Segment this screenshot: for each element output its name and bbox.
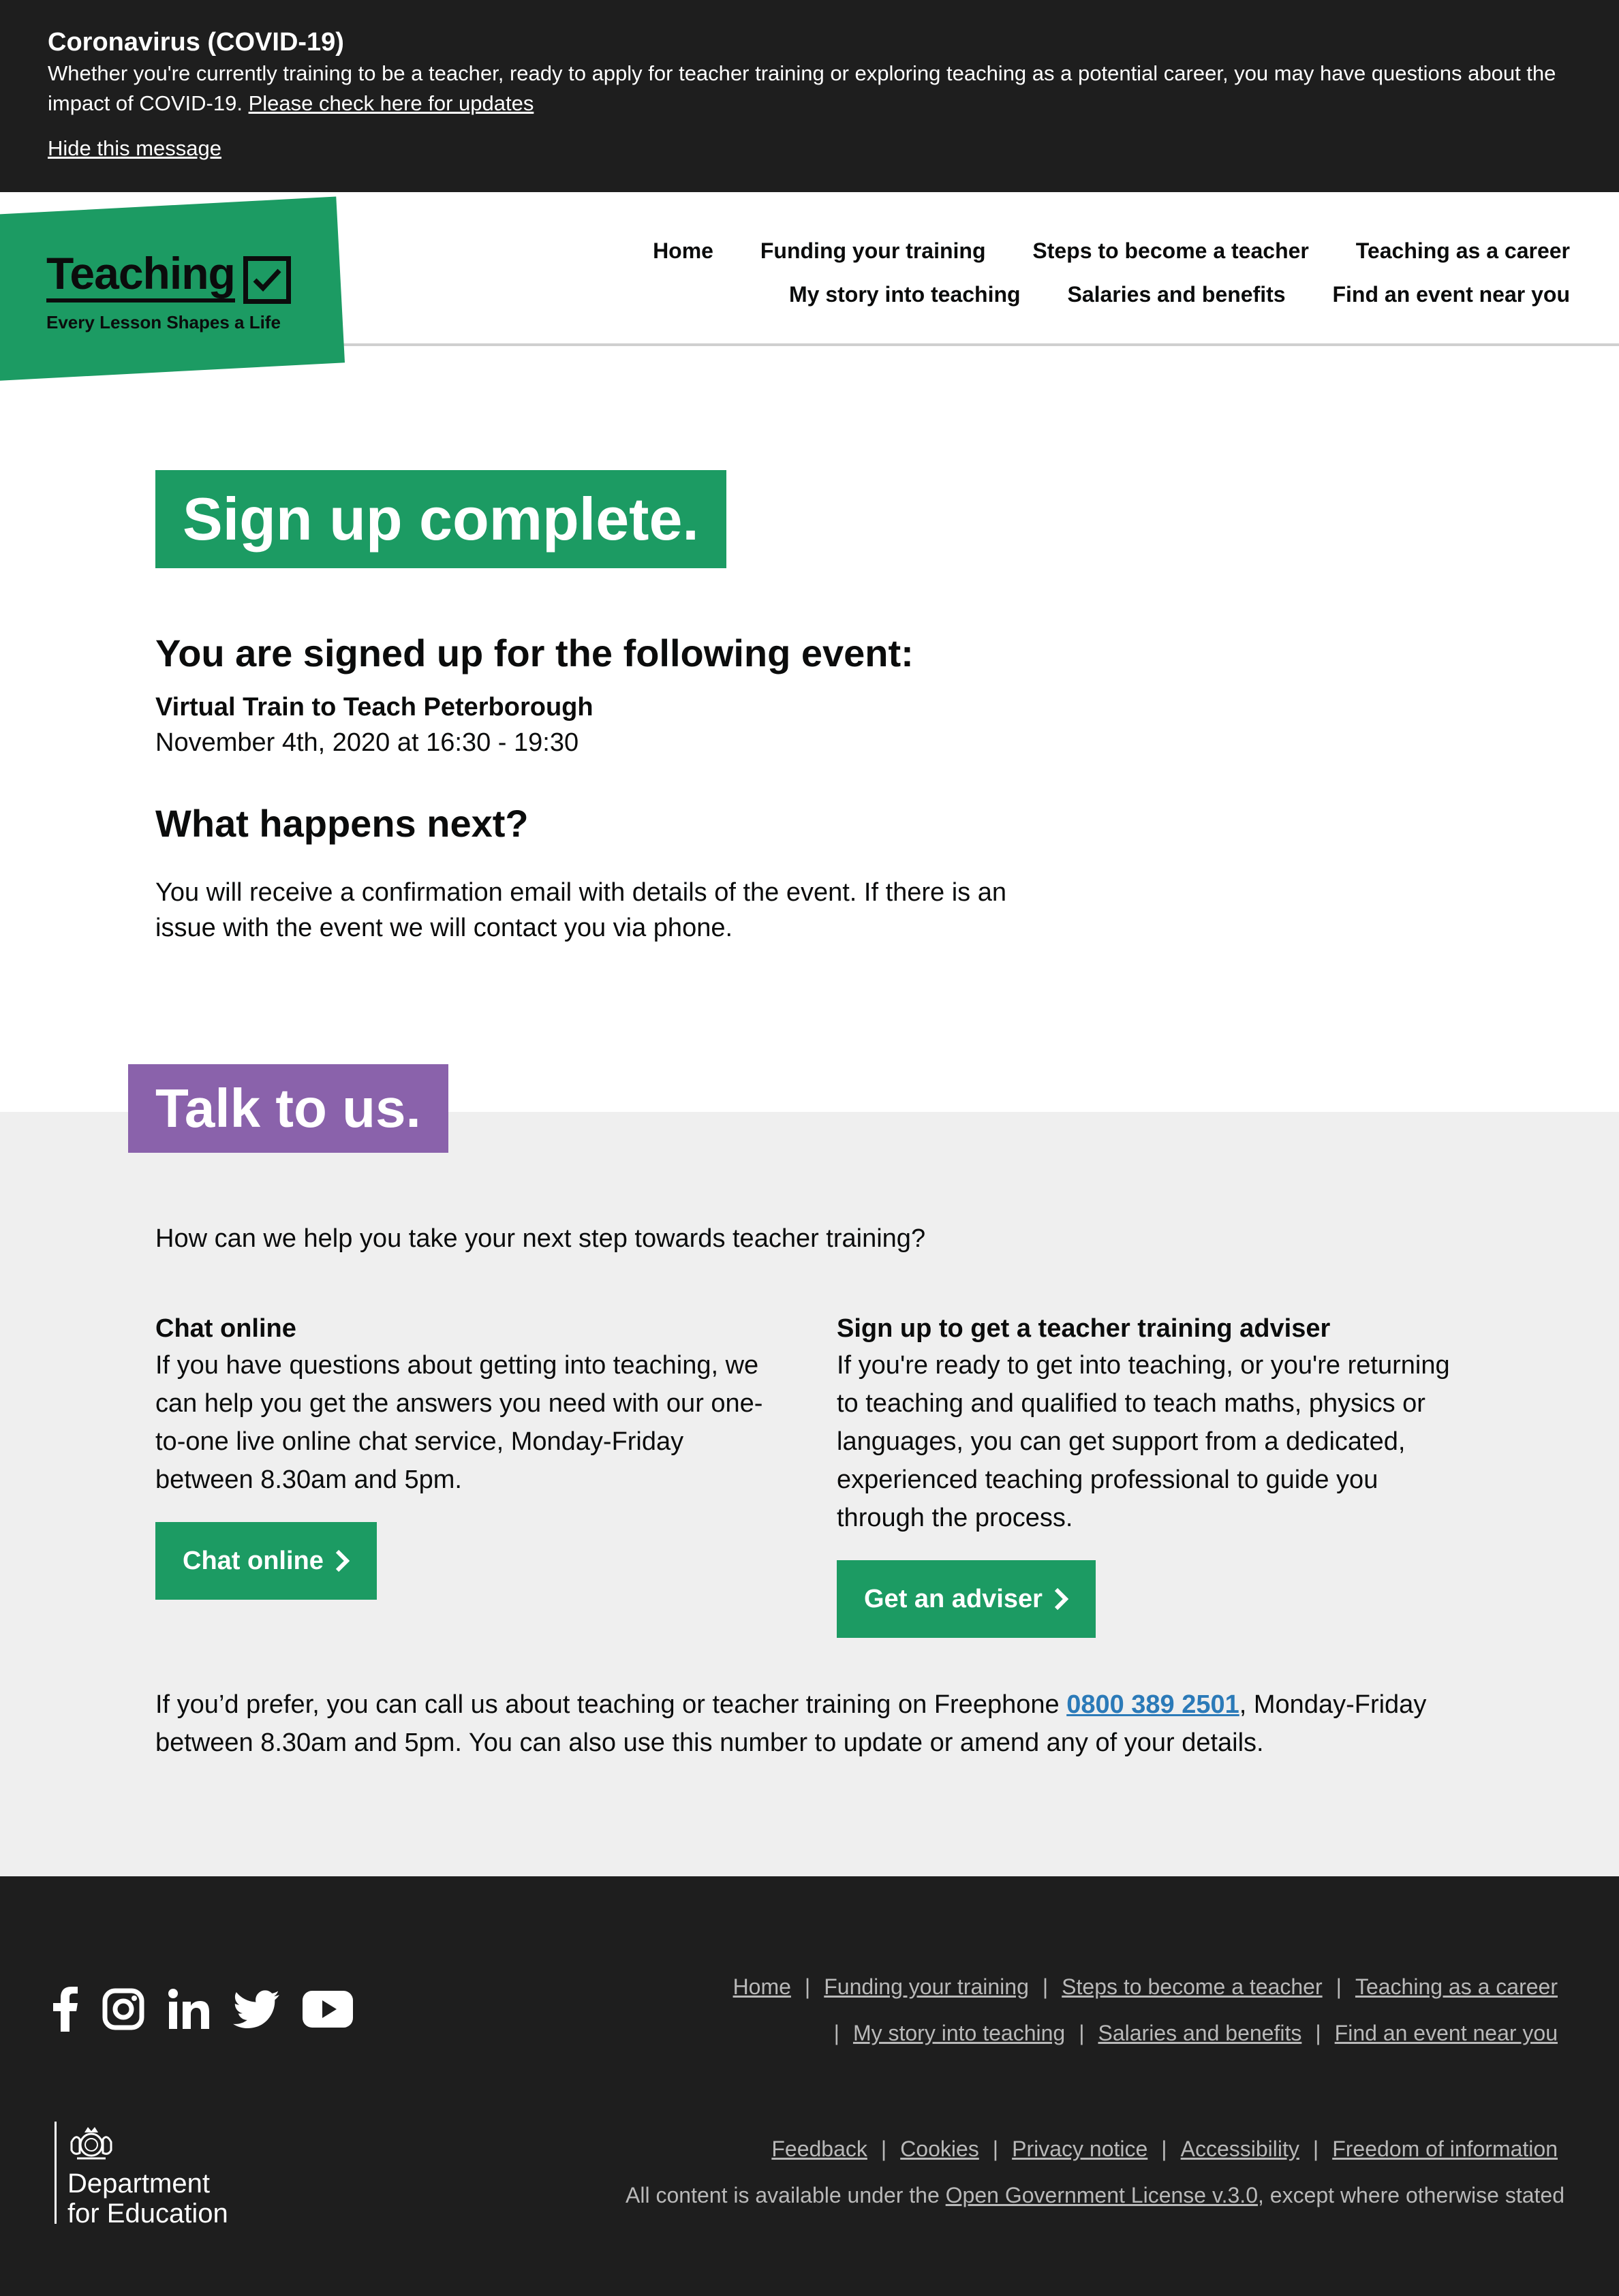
license-link[interactable]: Open Government License v.3.0 <box>946 2183 1258 2207</box>
nav-home[interactable]: Home <box>653 238 713 263</box>
chevron-right-icon <box>335 1549 350 1572</box>
linkedin-icon[interactable] <box>168 1988 210 2034</box>
footer-separator: | <box>1336 1974 1342 1999</box>
footer-separator: | <box>1315 2021 1321 2045</box>
event-name: Virtual Train to Teach Peterborough <box>155 693 593 722</box>
nav-teaching-as-a-career[interactable]: Teaching as a career <box>1356 238 1570 263</box>
footer-link-privacy[interactable]: Privacy notice <box>1012 2137 1147 2161</box>
adviser-button-label: Get an adviser <box>864 1585 1043 1613</box>
nav-salaries-and-benefits[interactable]: Salaries and benefits <box>1067 282 1285 307</box>
covid-title: Coronavirus (COVID-19) <box>48 28 344 57</box>
dfe-line-2: for Education <box>67 2199 228 2229</box>
chat-text: If you have questions about getting into… <box>155 1351 763 1494</box>
site-logo[interactable]: Teaching Every Lesson Shapes a Life <box>46 249 291 333</box>
footer-link-feedback[interactable]: Feedback <box>771 2137 867 2161</box>
nav-steps-to-become-a-teacher[interactable]: Steps to become a teacher <box>1032 238 1308 263</box>
license-text: All content is available under the Open … <box>626 2182 1564 2209</box>
adviser-text: If you're ready to get into teaching, or… <box>837 1351 1450 1532</box>
talk-to-us-heading: Talk to us. <box>128 1064 448 1153</box>
footer-link-home[interactable]: Home <box>733 1974 791 1999</box>
dfe-name: Department for Education <box>67 2169 228 2229</box>
footer-link-steps[interactable]: Steps to become a teacher <box>1062 1974 1322 1999</box>
facebook-icon[interactable] <box>52 1987 79 2035</box>
license-pre: All content is available under the <box>626 2183 946 2207</box>
footer-link-events[interactable]: Find an event near you <box>1335 2021 1558 2045</box>
footer-link-accessibility[interactable]: Accessibility <box>1181 2137 1299 2161</box>
chat-online-block: Chat online If you have questions about … <box>155 1311 769 1600</box>
phone-text-start: If you’d prefer, you can call us about t… <box>155 1690 1067 1719</box>
get-adviser-button[interactable]: Get an adviser <box>837 1560 1096 1638</box>
footer-link-salaries[interactable]: Salaries and benefits <box>1098 2021 1302 2045</box>
nav-row-1: Home Funding your training Steps to beco… <box>612 229 1570 273</box>
dfe-line-1: Department <box>67 2169 210 2199</box>
footer-separator: | <box>880 2137 887 2161</box>
talk-question: How can we help you take your next step … <box>155 1224 926 1253</box>
footer-link-foi[interactable]: Freedom of information <box>1332 2137 1558 2161</box>
nav-my-story-into-teaching[interactable]: My story into teaching <box>789 282 1021 307</box>
instagram-icon[interactable] <box>102 1988 144 2034</box>
social-links <box>52 1987 376 2035</box>
footer-nav-row-1: Home | Funding your training | Steps to beco… <box>733 1973 1558 2000</box>
footer-separator: | <box>1042 1974 1049 1999</box>
footer-legal-links: Feedback | Cookies | Privacy notice | Accessib… <box>771 2135 1558 2162</box>
phone-number-link[interactable]: 0800 389 2501 <box>1066 1690 1239 1719</box>
twitter-icon[interactable] <box>233 1990 279 2032</box>
youtube-icon[interactable] <box>303 1991 353 2031</box>
covid-updates-link[interactable]: Please check here for updates <box>249 91 534 115</box>
footer-link-cookies[interactable]: Cookies <box>900 2137 979 2161</box>
footer-link-funding[interactable]: Funding your training <box>824 1974 1029 1999</box>
signed-up-heading: You are signed up for the following even… <box>155 632 914 674</box>
adviser-block: Sign up to get a teacher training advise… <box>837 1311 1450 1638</box>
nav-funding-your-training[interactable]: Funding your training <box>760 238 986 263</box>
hide-message-link[interactable]: Hide this message <box>48 135 221 162</box>
logo-tagline: Every Lesson Shapes a Life <box>46 312 281 332</box>
checkbox-tick-icon <box>243 256 291 304</box>
nav-find-an-event[interactable]: Find an event near you <box>1332 282 1570 307</box>
adviser-title: Sign up to get a teacher training advise… <box>837 1314 1331 1343</box>
footer-separator: | <box>992 2137 999 2161</box>
covid-banner: Coronavirus (COVID-19) Whether you're cu… <box>0 0 1619 192</box>
what-next-text: You will receive a confirmation email wi… <box>155 878 1007 942</box>
what-next-heading: What happens next? <box>155 802 529 845</box>
event-date: November 4th, 2020 at 16:30 - 19:30 <box>155 728 579 757</box>
logo-wordmark: Teaching <box>46 249 236 302</box>
royal-crest-icon <box>67 2124 228 2166</box>
footer-separator: | <box>1079 2021 1085 2045</box>
site-footer <box>0 1876 1619 2296</box>
footer-separator: | <box>804 1974 811 1999</box>
footer-link-my-story[interactable]: My story into teaching <box>853 2021 1065 2045</box>
dfe-logo[interactable]: Department for Education <box>55 2122 228 2229</box>
footer-link-career[interactable]: Teaching as a career <box>1355 1974 1558 1999</box>
page-title: Sign up complete. <box>155 470 726 568</box>
chat-online-button[interactable]: Chat online <box>155 1522 377 1600</box>
main-content: Sign up complete. You are signed up for … <box>155 470 1109 946</box>
chat-button-label: Chat online <box>183 1547 324 1575</box>
footer-separator: | <box>833 2021 839 2045</box>
chevron-right-icon <box>1054 1587 1069 1611</box>
footer-nav-row-2: | My story into teaching | Salaries and ben… <box>820 2019 1558 2047</box>
covid-text: Whether you're currently training to be … <box>48 59 1581 119</box>
nav-row-2: My story into teaching Salaries and bene… <box>612 273 1570 316</box>
footer-separator: | <box>1312 2137 1319 2161</box>
main-navigation: Home Funding your training Steps to beco… <box>612 229 1570 316</box>
footer-separator: | <box>1161 2137 1167 2161</box>
phone-info: If you’d prefer, you can call us about t… <box>155 1686 1505 1762</box>
chat-title: Chat online <box>155 1314 296 1343</box>
license-post: , except where otherwise stated <box>1257 2183 1564 2207</box>
